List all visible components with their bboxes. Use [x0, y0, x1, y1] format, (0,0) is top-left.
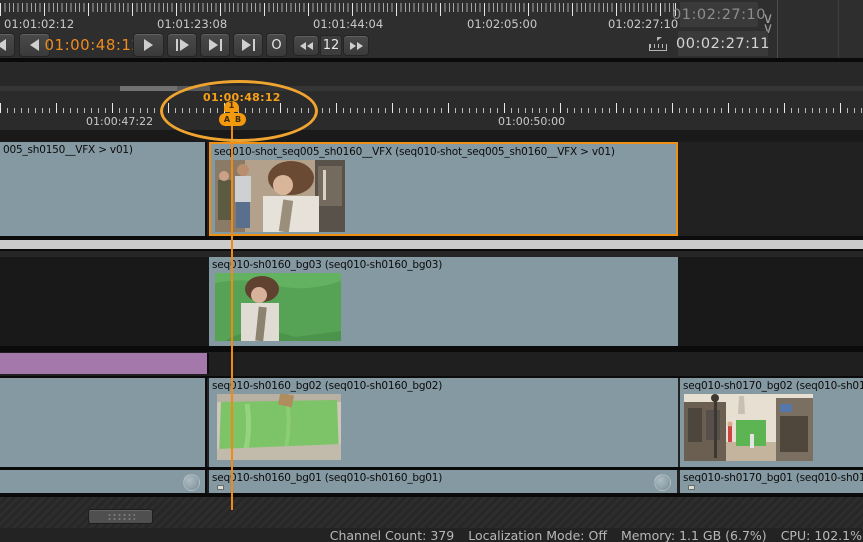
collapse-chevron-icon[interactable]: ∨∨	[760, 13, 776, 33]
clip-sh0160-bg01[interactable]: seq010-sh0160_bg01 (seq010-sh0160_bg01)	[209, 470, 677, 493]
clip-sh0160-bg03[interactable]: seq010-sh0160_bg03 (seq010-sh0160_bg03)	[209, 257, 678, 346]
clip-thumbnail-green-cloth	[217, 394, 341, 460]
program-ruler-ticks-tall	[0, 3, 676, 16]
clip-label: seq010-sh0170_bg02 (seq010-sh01	[680, 378, 863, 392]
ruler-label: 01:02:27:10	[608, 17, 678, 31]
status-cpu: CPU:102.1%	[777, 528, 862, 542]
panel-divider	[838, 0, 839, 58]
timeline-ruler[interactable]: 01:00:47:22 01:00:50:00	[0, 91, 863, 130]
go-to-previous-edit-button[interactable]	[0, 33, 15, 57]
clip-purple[interactable]	[0, 353, 209, 374]
clip-thumbnail-street-green-panel	[684, 394, 813, 461]
top-toolbar: 01:01:02:12 01:01:23:08 01:01:44:04 01:0…	[0, 0, 863, 58]
motion-effect-icon	[183, 474, 200, 491]
status-memory: Memory:1.1 GB (6.7%)	[617, 528, 767, 542]
clip-sh0170-bg01[interactable]: seq010-sh0170_bg01 (seq010-sh01	[680, 470, 863, 493]
clip-thumbnail-street-boy	[215, 160, 345, 232]
step-forward-frames-button[interactable]	[343, 35, 369, 56]
panel-divider	[777, 0, 778, 58]
track-purple	[0, 352, 863, 376]
timeline-ruler-label: 01:00:50:00	[498, 115, 565, 128]
step-back-frames-button[interactable]	[293, 35, 319, 56]
timeline-marker-icon[interactable]	[649, 37, 667, 53]
timeline-ruler-label: 01:00:47:22	[86, 115, 153, 128]
annotation-ellipse	[160, 80, 318, 142]
status-localization: Localization Mode:Off	[464, 528, 607, 542]
clip-sh0150-vfx[interactable]: 005_sh0150__VFX > v01)	[0, 142, 207, 236]
mark-clip-button[interactable]: O	[266, 33, 287, 57]
track-v3: seq010-sh0160_bg03 (seq010-sh0160_bg03)	[0, 257, 863, 346]
clip-sh0160-bg02[interactable]: seq010-sh0160_bg02 (seq010-sh0160_bg02)	[209, 378, 678, 467]
motion-effect-icon	[654, 474, 671, 491]
clip-label: seq010-shot_seq005_sh0160__VFX (seq010-s…	[211, 144, 676, 158]
track-v4: 005_sh0150__VFX > v01) seq010-shot_seq00…	[0, 142, 863, 236]
playhead-line[interactable]	[231, 112, 233, 510]
ruler-label: 01:01:02:12	[4, 17, 74, 31]
position-timecode[interactable]: 01:00:48:12	[53, 31, 133, 58]
clip-v2-left[interactable]	[0, 378, 207, 467]
clip-label: seq010-sh0160_bg01 (seq010-sh0160_bg01)	[209, 470, 677, 484]
ruler-gap	[0, 130, 863, 142]
track-v2: seq010-sh0160_bg02 (seq010-sh0160_bg02) …	[0, 378, 863, 467]
clip-label: 005_sh0150__VFX > v01)	[0, 142, 205, 156]
clip-label: seq010-sh0160_bg03 (seq010-sh0160_bg03)	[209, 257, 678, 271]
clip-v1-left[interactable]	[0, 470, 207, 493]
track-separator-band[interactable]	[0, 240, 863, 249]
master-timecode-display[interactable]: 01:02:27:10	[680, 2, 758, 27]
play-in-to-out-button[interactable]	[167, 33, 197, 57]
timeline-horizontal-scrollbar[interactable]	[88, 509, 153, 524]
scrollbar-grip-dots	[107, 513, 135, 522]
duration-timecode-display[interactable]: 00:02:27:11	[678, 31, 768, 56]
timeline-ruler-ticks-tall	[0, 103, 863, 113]
avid-timeline-window: 01:01:02:12 01:01:23:08 01:01:44:04 01:0…	[0, 0, 863, 542]
clip-sh0160-vfx-selected[interactable]: seq010-shot_seq005_sh0160__VFX (seq010-s…	[209, 142, 678, 236]
go-to-end-button[interactable]	[233, 33, 263, 57]
track-v1: seq010-sh0160_bg01 (seq010-sh0160_bg01) …	[0, 470, 863, 493]
ruler-label: 01:01:23:08	[157, 17, 227, 31]
status-bar: Channel Count:379 Localization Mode:Off …	[0, 528, 863, 542]
go-to-next-edit-button[interactable]	[200, 33, 230, 57]
clip-label: seq010-sh0170_bg01 (seq010-sh01	[680, 470, 863, 484]
status-channel-count: Channel Count:379	[326, 528, 454, 542]
ruler-label: 01:02:05:00	[467, 17, 537, 31]
clip-marker-icon	[688, 485, 695, 490]
play-button[interactable]	[133, 33, 164, 57]
clip-marker-icon	[217, 485, 224, 490]
clip-thumbnail-greenscreen-boy	[215, 273, 341, 341]
clip-label: seq010-sh0160_bg02 (seq010-sh0160_bg02)	[209, 378, 678, 392]
frame-step-count-field[interactable]: 12	[320, 35, 342, 56]
ruler-label: 01:01:44:04	[313, 17, 383, 31]
clip-sh0170-bg02[interactable]: seq010-sh0170_bg02 (seq010-sh01	[680, 378, 863, 467]
